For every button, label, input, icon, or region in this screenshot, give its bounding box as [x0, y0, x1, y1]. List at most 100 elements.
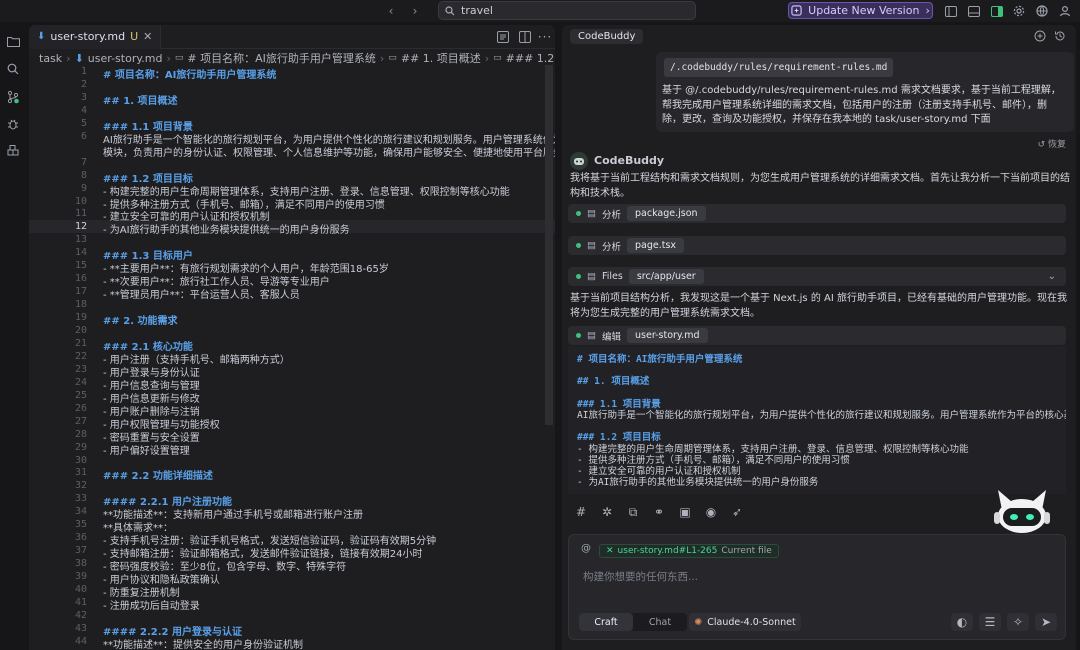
line-number: 33	[74, 493, 87, 505]
toggle-sidebar-icon[interactable]	[943, 3, 959, 19]
bookmark-icon[interactable]: ▣	[672, 501, 698, 523]
line-number: 11	[74, 208, 87, 220]
globe-icon[interactable]	[1034, 3, 1050, 19]
line-number: 14	[74, 247, 87, 259]
eye-icon[interactable]: ◉	[698, 501, 724, 523]
chat-header: CodeBuddy	[562, 25, 1076, 47]
account-icon[interactable]	[1057, 3, 1073, 19]
restore-label: 恢复	[1047, 140, 1066, 150]
line-number: 36	[74, 532, 87, 544]
command-search[interactable]: travel	[438, 1, 696, 20]
title-bar: ‹ › travel Update New Version ›	[0, 0, 1080, 22]
chat-input-placeholder[interactable]: 构建你想要的任何东西...	[583, 569, 698, 584]
vertical-scrollbar[interactable]	[545, 65, 553, 425]
context-file-chip[interactable]: ✕ user-story.md#L1-265 Current file	[599, 544, 779, 558]
update-button[interactable]: Update New Version ›	[788, 2, 933, 19]
tool-call-files[interactable]: ▤ Files src/app/user ⌄	[568, 267, 1066, 286]
sparkle-icon[interactable]: ✧	[1007, 613, 1029, 631]
mode-chat[interactable]: Chat	[633, 613, 687, 631]
extensions-icon[interactable]	[5, 143, 21, 159]
tool-file[interactable]: src/app/user	[628, 269, 704, 284]
line-number: 13	[74, 234, 87, 246]
line-number: 28	[74, 428, 87, 440]
model-label: Claude-4.0-Sonnet	[707, 616, 796, 628]
tool-call-edit[interactable]: ▤ 编辑 user-story.md	[568, 326, 1066, 345]
editor-panel: ⬇ user-story.md U ✕ ··· task › ⬇ user-sto…	[29, 25, 555, 650]
breadcrumb-item[interactable]: ### 1.2 项目目标	[506, 50, 555, 66]
code-editor[interactable]: 1 # 项目名称：AI旅行助手用户管理系统 2 3 ## 1. 项目概述 4 5 ### 1.…	[29, 65, 555, 650]
status-dot	[576, 211, 581, 216]
user-message-text: 基于 @/.codebuddy/rules/requirement-rules.…	[662, 85, 1061, 125]
tool-call-analyze[interactable]: ▤ 分析 page.tsx	[568, 236, 1066, 255]
source-control-icon[interactable]	[5, 89, 21, 105]
markdown-file-icon: ⬇	[74, 51, 84, 65]
line-number: 31	[74, 467, 87, 479]
line-number: 18	[74, 299, 87, 311]
close-tab-icon[interactable]: ✕	[143, 30, 152, 43]
open-preview-icon[interactable]	[495, 29, 511, 45]
tool-file[interactable]: page.tsx	[627, 238, 685, 253]
line-number: 4	[80, 104, 87, 116]
tool-file[interactable]: package.json	[627, 206, 706, 221]
breadcrumb-item[interactable]: ## 1. 项目概述	[401, 50, 481, 66]
restore-icon: ↺	[1037, 140, 1048, 150]
remove-context-icon[interactable]: ✕	[606, 546, 614, 556]
tab-user-story[interactable]: ⬇ user-story.md U ✕	[29, 25, 162, 49]
assistant-name: CodeBuddy	[594, 154, 665, 167]
code-line: - **管理员用户**：平台运营人员、客服人员	[103, 290, 300, 302]
toggle-panel-icon[interactable]	[966, 3, 982, 19]
line-number: 19	[74, 312, 87, 324]
tab-codebuddy[interactable]: CodeBuddy	[570, 28, 644, 44]
line-number: 12	[74, 221, 87, 233]
editor-tab-bar: ⬇ user-story.md U ✕ ···	[29, 25, 555, 49]
new-chat-icon[interactable]	[1032, 28, 1048, 44]
line-number: 42	[74, 609, 87, 621]
file-icon: ▤	[587, 330, 596, 341]
restore-button[interactable]: ↺ 恢复	[1038, 137, 1066, 150]
mcp-icon[interactable]: ✲	[594, 501, 620, 523]
search-icon[interactable]	[5, 61, 21, 77]
hash-icon[interactable]: #	[568, 501, 594, 523]
debug-icon[interactable]	[5, 116, 21, 132]
rules-icon[interactable]: ☰	[979, 613, 1001, 631]
code-line: - 用户偏好设置管理	[103, 445, 190, 457]
markdown-file-icon: ⬇	[37, 31, 46, 42]
line-number: 16	[74, 273, 87, 285]
breadcrumb-item[interactable]: user-story.md	[88, 52, 163, 65]
line-number: 30	[74, 454, 87, 466]
line-number: 10	[74, 195, 87, 207]
chevron-down-icon[interactable]: ⌄	[1048, 271, 1056, 282]
mode-craft[interactable]: Craft	[579, 613, 633, 631]
send-icon[interactable]: ➤	[1035, 613, 1057, 631]
chat-input-box[interactable]: @ ✕ user-story.md#L1-265 Current file 构建…	[568, 534, 1066, 640]
rocket-icon[interactable]: ➶	[724, 501, 750, 523]
activity-bar	[0, 22, 26, 650]
model-selector[interactable]: ✺ Claude-4.0-Sonnet	[689, 613, 801, 631]
forward-arrow-icon[interactable]: ›	[407, 3, 423, 19]
tool-call-analyze[interactable]: ▤ 分析 package.json	[568, 204, 1066, 223]
line-number: 26	[74, 402, 87, 414]
link-icon[interactable]: ⚭	[646, 501, 672, 523]
line-number: 17	[74, 286, 87, 298]
breadcrumb-item[interactable]: # 项目名称：AI旅行助手用户管理系统	[187, 50, 375, 66]
mascot-image	[994, 490, 1050, 533]
more-actions-icon[interactable]: ···	[537, 29, 553, 45]
line-number: 2	[80, 78, 87, 90]
breadcrumb-item[interactable]: task	[39, 52, 62, 65]
rule-file-chip[interactable]: /.codebuddy/rules/requirement-rules.md	[664, 58, 894, 77]
line-number: 21	[74, 337, 87, 349]
back-arrow-icon[interactable]: ‹	[383, 3, 399, 19]
toggle-secondary-sidebar-icon[interactable]	[989, 3, 1005, 19]
palette-icon[interactable]: ◐	[951, 613, 973, 631]
claude-icon: ✺	[694, 616, 703, 628]
history-icon[interactable]	[1052, 28, 1068, 44]
tab-filename: user-story.md	[50, 30, 126, 43]
mention-icon[interactable]: @	[581, 543, 591, 554]
code-line: ### 2.2 功能详细描述	[103, 471, 213, 483]
split-editor-icon[interactable]	[517, 29, 533, 45]
line-number: 44	[74, 635, 87, 647]
copy-icon[interactable]: ⧉	[620, 501, 646, 523]
explorer-icon[interactable]	[5, 33, 21, 49]
settings-gear-icon[interactable]	[1011, 3, 1027, 19]
tool-file[interactable]: user-story.md	[627, 328, 708, 343]
